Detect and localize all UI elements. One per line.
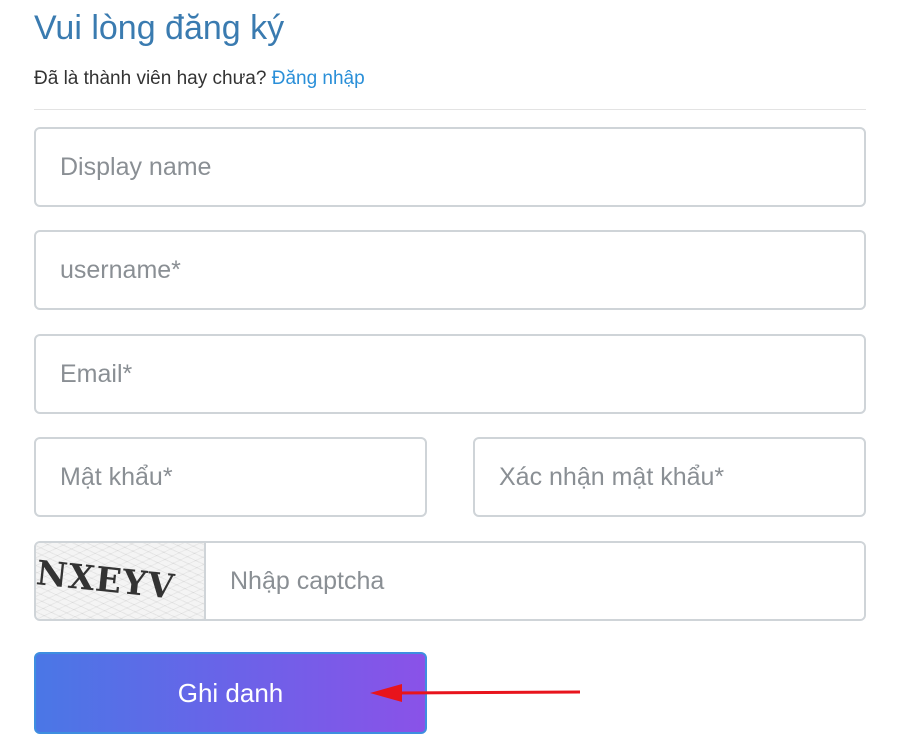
captcha-text: NXEYV xyxy=(36,553,177,607)
captcha-input[interactable] xyxy=(206,543,864,619)
captcha-graphic: NXEYV xyxy=(36,553,177,607)
member-prompt-text: Đã là thành viên hay chưa? xyxy=(34,68,267,89)
username-input[interactable] xyxy=(34,230,866,310)
captcha-image: NXEYV xyxy=(36,543,206,619)
member-prompt: Đã là thành viên hay chưa? Đăng nhập xyxy=(34,67,365,91)
display-name-input[interactable] xyxy=(34,127,866,207)
confirm-password-input[interactable] xyxy=(473,437,866,517)
login-link[interactable]: Đăng nhập xyxy=(272,68,365,89)
email-input[interactable] xyxy=(34,334,866,414)
red-arrow-icon xyxy=(370,684,581,702)
page-title: Vui lòng đăng ký xyxy=(34,9,285,47)
captcha-group: NXEYV xyxy=(34,541,866,621)
header-divider xyxy=(34,109,866,110)
registration-page: Vui lòng đăng ký Đã là thành viên hay ch… xyxy=(0,0,897,752)
password-input[interactable] xyxy=(34,437,427,517)
